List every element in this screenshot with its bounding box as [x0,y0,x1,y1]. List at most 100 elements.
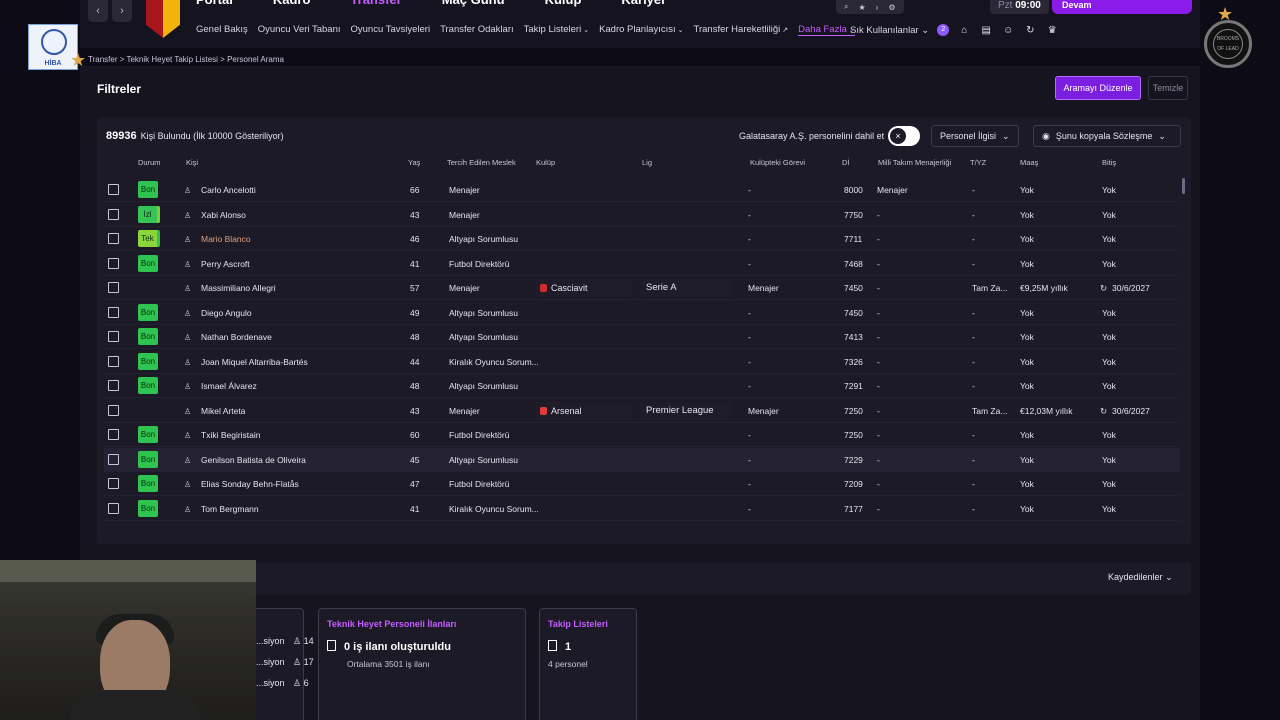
column-header[interactable]: Kişi [186,158,198,167]
table-row[interactable]: ♙ Mikel Arteta 43 Menajer Arsenal Premier Lea… [104,399,1180,423]
people-icon[interactable]: ☺ [1001,25,1015,36]
person-name[interactable]: Joan Miquel Altarriba-Bartés [201,350,308,374]
main-tab[interactable]: Kadro [273,0,311,7]
column-header[interactable]: Lig [642,158,652,167]
row-checkbox[interactable] [108,380,119,391]
row-checkbox[interactable] [108,502,119,514]
row-checkbox[interactable] [108,257,119,269]
favorites-dropdown[interactable]: Sık Kullanılanlar ⌄ [850,25,929,36]
forward-button[interactable]: › [112,0,132,22]
table-row[interactable]: Bon ♙ Joan Miquel Altarriba-Bartés 44 Kiralı… [104,350,1180,374]
column-header[interactable]: Maaş [1020,158,1038,167]
bookmark-icon[interactable]: ★ [858,3,865,12]
menu-item[interactable]: Daha Fazla ⌄ [798,24,855,36]
menu-item[interactable]: Takip Listeleri ⌄ [524,24,589,36]
person-name[interactable]: Ismael Álvarez [201,374,257,398]
arrow-icon[interactable]: › [876,3,879,12]
saved-dropdown[interactable]: Kaydedilenler ⌄ [1108,572,1173,583]
home-icon[interactable]: ⌂ [957,25,971,36]
row-checkbox[interactable] [108,184,119,195]
menu-item[interactable]: Transfer Odakları [440,24,514,36]
menu-item[interactable]: Kadro Planlayıcısı ⌄ [599,24,683,36]
person-name[interactable]: Mario Blanco [201,227,251,251]
club-crest-icon[interactable] [146,0,180,38]
notification-badge[interactable]: 2 [937,24,950,36]
person-name[interactable]: Xabi Alonso [201,203,246,227]
league-link[interactable]: Premier League [640,401,732,420]
watchlists-card[interactable]: Takip Listeleri 1 4 personel [539,608,637,720]
row-checkbox[interactable] [108,306,119,318]
document-icon[interactable]: ▤ [979,25,993,36]
league-link[interactable]: Serie A [640,279,732,297]
row-checkbox[interactable] [108,355,119,367]
edit-search-button[interactable]: Aramayı Düzenle [1055,76,1141,100]
row-checkbox[interactable] [108,282,119,293]
row-checkbox[interactable] [108,478,119,489]
breadcrumb-item[interactable]: Teknik Heyet Takip Listesi [126,55,217,64]
club-link[interactable]: Arsenal [536,401,632,420]
table-scrollbar[interactable] [1182,178,1185,194]
column-header[interactable]: Kulüpteki Görevi [750,158,805,167]
staff-interest-dropdown[interactable]: Personel İlgisi ⌄ [931,125,1019,147]
club-link[interactable]: Casciavit [536,279,632,297]
main-tab[interactable]: Portal [196,0,233,7]
continue-button[interactable]: Devam [1052,0,1192,14]
include-staff-toggle[interactable]: × [888,126,920,146]
person-name[interactable]: Tom Bergmann [201,497,259,521]
settings-icon[interactable]: ⚙ [888,3,895,12]
column-header[interactable]: Bitiş [1102,158,1116,167]
search-icon[interactable]: ⌕ [844,2,848,12]
row-checkbox[interactable] [108,208,119,220]
breadcrumb-item[interactable]: Personel Arama [227,55,284,64]
menu-item[interactable]: Genel Bakış [196,24,248,36]
person-name[interactable]: Mikel Arteta [201,399,245,423]
table-row[interactable]: Bon ♙ Genilson Batista de Oliveira 45 Altyap… [104,447,1180,472]
column-header[interactable]: Yaş [408,158,420,167]
column-header[interactable]: Durum [138,158,161,167]
row-checkbox[interactable] [108,453,119,465]
person-name[interactable]: Genilson Batista de Oliveira [201,448,306,472]
table-row[interactable]: ♙ Massimiliano Allegri 57 Menajer Casciavit S… [104,276,1180,300]
top-toolbar-pill[interactable]: ⌕ ★ › ⚙ [836,0,904,14]
refresh-icon[interactable]: ↻ [1023,25,1037,36]
column-header[interactable]: Dİ [842,158,850,167]
table-row[interactable]: Bon ♙ Nathan Bordenave 48 Altyapı Sorumlusu -… [104,325,1180,349]
row-checkbox[interactable] [108,331,119,342]
main-tab[interactable]: Transfer [350,0,401,7]
menu-item[interactable]: Oyuncu Veri Tabanı [258,24,341,36]
person-name[interactable]: Diego Angulo [201,301,252,325]
table-row[interactable]: Bon ♙ Perry Ascroft 41 Futbol Direktörü - 7468… [104,252,1180,276]
breadcrumb-item[interactable]: Transfer [88,55,118,64]
table-row[interactable]: Bon ♙ Txiki Begiristain 60 Futbol Direktörü -… [104,423,1180,447]
person-name[interactable]: Perry Ascroft [201,252,250,276]
table-row[interactable]: Bon ♙ Carlo Ancelotti 66 Menajer - 8000 Menajer… [104,178,1180,202]
main-tab[interactable]: Maç Günü [442,0,505,7]
person-name[interactable]: Txiki Begiristain [201,423,261,447]
contract-view-dropdown[interactable]: ◉ Şunu kopyala Sözleşme ⌄ [1033,125,1181,147]
table-row[interactable]: Tek ♙ Mario Blanco 46 Altyapı Sorumlusu - 7711… [104,227,1180,251]
table-row[interactable]: İzl ♙ Xabi Alonso 43 Menajer - 7750 - - Yok Yok [104,203,1180,227]
column-header[interactable]: T/YZ [970,158,986,167]
clear-button[interactable]: Temizle [1148,76,1188,100]
column-header[interactable]: Milli Takım Menajerliği [878,158,951,167]
person-name[interactable]: Carlo Ancelotti [201,178,256,202]
column-header[interactable]: Kulüp [536,158,555,167]
trophy-icon[interactable]: ♛ [1045,25,1059,36]
person-name[interactable]: Massimiliano Allegri [201,276,276,300]
menu-item[interactable]: Transfer Hareketliliği ↗ [694,24,789,36]
row-checkbox[interactable] [108,233,119,244]
game-date[interactable]: Pzt 09:00 [990,0,1049,14]
table-row[interactable]: Bon ♙ Ismael Álvarez 48 Altyapı Sorumlusu - 72… [104,374,1180,398]
back-button[interactable]: ‹ [88,0,108,22]
table-row[interactable]: Bon ♙ Tom Bergmann 41 Kiralık Oyuncu Sorum..… [104,497,1180,521]
main-tab[interactable]: Kulüp [545,0,582,7]
staff-ads-card[interactable]: Teknik Heyet Personeli İlanları 0 iş ila… [318,608,526,720]
table-row[interactable]: Bon ♙ Elias Sonday Behn-Flatås 47 Futbol Dir… [104,472,1180,496]
row-checkbox[interactable] [108,429,119,440]
row-checkbox[interactable] [108,404,119,416]
person-name[interactable]: Elias Sonday Behn-Flatås [201,472,299,496]
column-header[interactable]: Tercih Edilen Meslek [447,158,516,167]
table-row[interactable]: Bon ♙ Diego Angulo 49 Altyapı Sorumlusu - 7450… [104,301,1180,325]
menu-item[interactable]: Oyuncu Tavsiyeleri [351,24,431,36]
person-name[interactable]: Nathan Bordenave [201,325,272,349]
